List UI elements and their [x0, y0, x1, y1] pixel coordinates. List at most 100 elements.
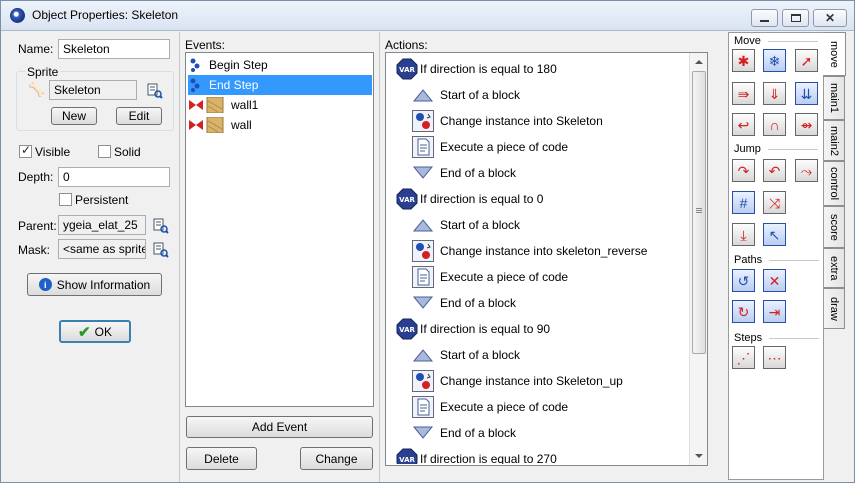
set-path-icon[interactable]: ↺ — [732, 269, 755, 292]
action-item[interactable]: VAR If direction is equal to 180 — [396, 56, 557, 82]
event-item[interactable]: End Step — [188, 75, 372, 95]
end-path-icon[interactable]: ✕ — [763, 269, 786, 292]
move-contact-icon[interactable]: ⤓ — [732, 223, 755, 246]
add-event-button[interactable]: Add Event — [186, 416, 373, 438]
change-event-button[interactable]: Change — [300, 447, 373, 470]
close-button[interactable]: ✕ — [813, 9, 847, 27]
path-position-icon[interactable]: ↻ — [732, 300, 755, 323]
move-free-icon[interactable]: ❄ — [763, 49, 786, 72]
action-item[interactable]: Change instance into Skeleton_up — [412, 368, 623, 394]
action-item[interactable]: Execute a piece of code — [412, 264, 568, 290]
change-instance-icon — [412, 370, 434, 392]
bounce-icon[interactable]: ↖ — [763, 223, 786, 246]
object-properties-window: Object Properties: Skeleton ✕ Name: Skel… — [0, 0, 855, 483]
mask-field[interactable]: <same as sprite> — [58, 239, 146, 259]
solid-checkbox[interactable] — [98, 145, 111, 158]
tab-draw[interactable]: draw — [824, 288, 845, 329]
mask-menu-icon[interactable] — [153, 242, 169, 258]
action-item[interactable]: End of a block — [412, 290, 516, 316]
scroll-down-icon[interactable] — [695, 454, 703, 458]
action-item[interactable]: Execute a piece of code — [412, 394, 568, 420]
gravity-icon[interactable]: ⇊ — [795, 82, 818, 105]
sprite-menu-icon[interactable] — [147, 83, 163, 99]
action-item-label: If direction is equal to 0 — [420, 192, 544, 206]
new-sprite-button[interactable]: New — [51, 107, 97, 125]
actions-scrollbar[interactable] — [689, 53, 707, 465]
tab-main1[interactable]: main1 — [824, 76, 845, 120]
scroll-thumb[interactable] — [692, 71, 706, 354]
actions-list[interactable]: VAR If direction is equal to 180 Start of … — [385, 52, 708, 466]
sprite-field[interactable]: Skeleton — [49, 80, 137, 100]
action-item[interactable]: Start of a block — [412, 342, 520, 368]
action-item-label: Start of a block — [440, 88, 521, 102]
solid-label: Solid — [114, 145, 141, 159]
speed-vertical-icon[interactable]: ⇓ — [763, 82, 786, 105]
action-item[interactable]: Change instance into skeleton_reverse — [412, 238, 647, 264]
svg-text:VAR: VAR — [399, 66, 415, 74]
reverse-horizontal-icon[interactable]: ↩ — [732, 113, 755, 136]
step-towards-icon[interactable]: ⋰ — [732, 346, 755, 369]
ok-button[interactable]: ✔ OK — [59, 320, 131, 343]
action-item-label: End of a block — [440, 426, 517, 440]
action-item[interactable]: VAR If direction is equal to 90 — [396, 316, 550, 342]
action-item[interactable]: Start of a block — [412, 82, 520, 108]
svg-text:VAR: VAR — [399, 326, 415, 334]
action-item[interactable]: Start of a block — [412, 212, 520, 238]
name-label: Name: — [18, 42, 54, 56]
friction-icon[interactable]: ⇴ — [795, 113, 818, 136]
tab-score[interactable]: score — [824, 206, 845, 248]
action-item[interactable]: End of a block — [412, 160, 516, 186]
action-item[interactable]: VAR If direction is equal to 270 — [396, 446, 557, 464]
tab-control[interactable]: control — [824, 161, 845, 206]
actions-header: Actions: — [385, 38, 428, 52]
speed-horizontal-icon[interactable]: ⇛ — [732, 82, 755, 105]
action-item[interactable]: Change instance into Skeleton — [412, 108, 603, 134]
move-towards-icon[interactable]: ➚ — [795, 49, 818, 72]
event-item[interactable]: wall1 — [188, 95, 372, 115]
action-item-label: If direction is equal to 180 — [420, 62, 557, 76]
event-item[interactable]: wall — [188, 115, 372, 135]
start-block-icon — [412, 344, 434, 366]
collision-icon — [188, 97, 226, 113]
action-item-label: Execute a piece of code — [440, 400, 569, 414]
jump-position-icon[interactable]: ↷ — [732, 159, 755, 182]
checkmark-icon: ✔ — [78, 323, 91, 341]
ok-label: OK — [94, 324, 112, 339]
event-item-label: wall1 — [231, 98, 259, 112]
jump-start-icon[interactable]: ↶ — [763, 159, 786, 182]
parent-field[interactable]: ygeia_elat_25 — [58, 215, 146, 235]
parent-menu-icon[interactable] — [153, 218, 169, 234]
action-item[interactable]: Execute a piece of code — [412, 134, 568, 160]
snap-grid-icon[interactable]: # — [732, 191, 755, 214]
action-item[interactable]: End of a block — [412, 420, 516, 446]
move-fixed-icon[interactable]: ✱ — [732, 49, 755, 72]
start-block-icon — [412, 214, 434, 236]
wrap-screen-icon[interactable]: ⤨ — [763, 191, 786, 214]
tab-extra[interactable]: extra — [824, 248, 845, 288]
depth-field[interactable]: 0 — [58, 167, 170, 187]
end-block-icon — [412, 162, 434, 184]
minimize-button[interactable] — [751, 9, 778, 27]
tab-main2[interactable]: main2 — [824, 120, 845, 161]
name-field[interactable]: Skeleton — [58, 39, 170, 59]
scroll-up-icon[interactable] — [695, 60, 703, 64]
path-speed-icon[interactable]: ⇥ — [763, 300, 786, 323]
tab-move[interactable]: move — [823, 32, 846, 76]
show-information-button[interactable]: i Show Information — [27, 273, 162, 296]
events-list[interactable]: Begin Step End Step wall1 wall — [185, 52, 374, 407]
step-avoiding-icon[interactable]: ⋯ — [763, 346, 786, 369]
show-information-label: Show Information — [56, 277, 151, 292]
jump-random-icon[interactable]: ⤳ — [795, 159, 818, 182]
title-bar[interactable]: Object Properties: Skeleton ✕ — [1, 1, 854, 31]
maximize-button[interactable] — [782, 9, 809, 27]
var-icon: VAR — [396, 318, 418, 340]
persistent-checkbox[interactable] — [59, 193, 72, 206]
visible-checkbox[interactable] — [19, 143, 32, 158]
reverse-vertical-icon[interactable]: ∩ — [763, 113, 786, 136]
edit-sprite-button[interactable]: Edit — [116, 107, 162, 125]
step-icon — [188, 77, 204, 93]
action-item-label: Change instance into Skeleton — [440, 114, 603, 128]
action-item[interactable]: VAR If direction is equal to 0 — [396, 186, 543, 212]
event-item[interactable]: Begin Step — [188, 55, 372, 75]
delete-event-button[interactable]: Delete — [186, 447, 257, 470]
